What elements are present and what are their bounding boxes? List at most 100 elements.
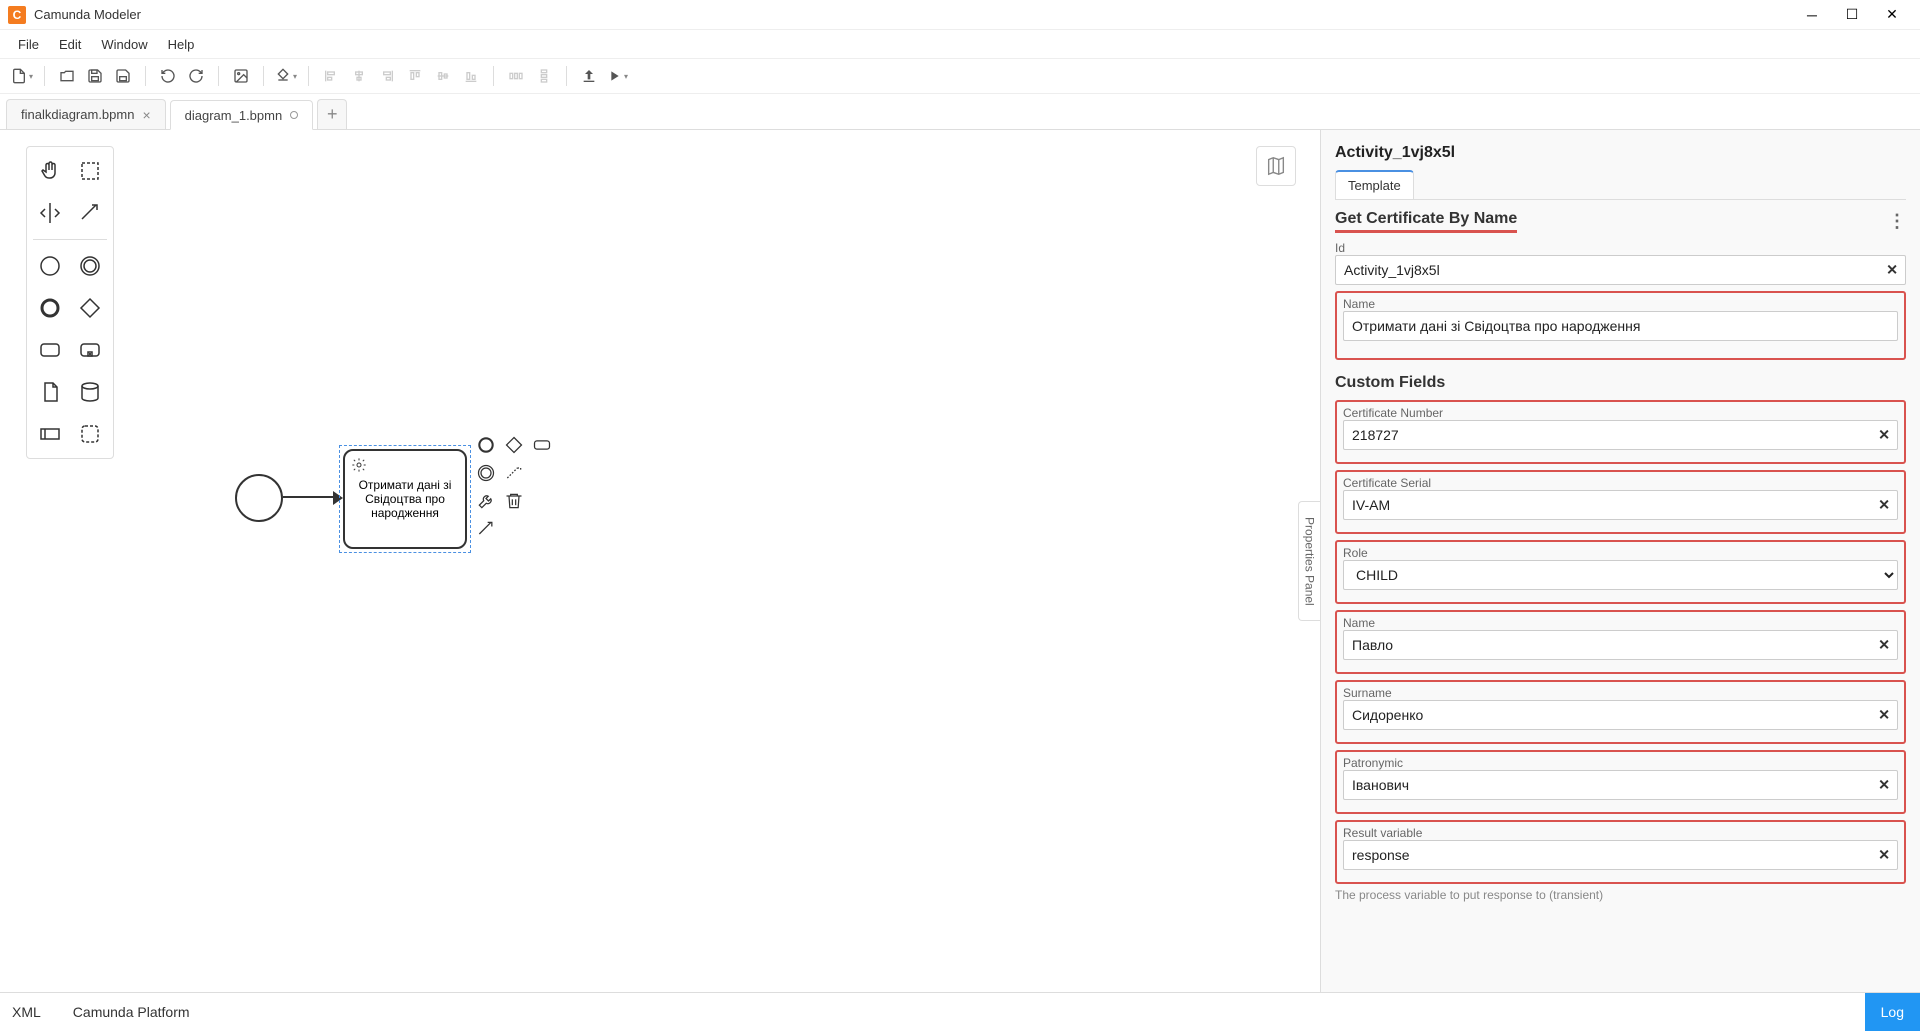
start-event-tool-icon[interactable] (33, 248, 67, 284)
task-label: Отримати дані зі Свідоцтва про народженн… (353, 478, 457, 520)
app-icon: C (8, 6, 26, 24)
template-tab[interactable]: Template (1335, 170, 1414, 199)
cert-number-input[interactable] (1343, 420, 1898, 450)
wrench-icon[interactable] (474, 489, 498, 513)
role-select[interactable]: CHILD (1343, 560, 1898, 590)
statusbar: XML Camunda Platform Log (0, 992, 1920, 1030)
close-icon[interactable]: × (142, 107, 150, 123)
id-input[interactable] (1335, 255, 1906, 285)
intermediate-event-tool-icon[interactable] (73, 248, 107, 284)
surname-input[interactable] (1343, 700, 1898, 730)
new-tab-button[interactable]: + (317, 99, 347, 129)
distribute-h-button (504, 64, 528, 88)
section-title-template: Get Certificate By Name ⋮ (1335, 210, 1906, 233)
undo-button[interactable] (156, 64, 180, 88)
xml-tab[interactable]: XML (12, 1004, 41, 1020)
cert-serial-input[interactable] (1343, 490, 1898, 520)
distribute-v-button (532, 64, 556, 88)
menubar: File Edit Window Help (0, 30, 1920, 58)
align-middle-button (431, 64, 455, 88)
result-variable-input[interactable] (1343, 840, 1898, 870)
clear-icon[interactable]: ✕ (1878, 637, 1890, 654)
image-button[interactable] (229, 64, 253, 88)
patronymic-label: Patronymic (1343, 756, 1898, 770)
annotation-icon[interactable] (502, 461, 526, 485)
menu-window[interactable]: Window (91, 33, 157, 56)
toolbar: ▾ ▾ ▾ (0, 58, 1920, 94)
properties-panel-toggle[interactable]: Properties Panel (1298, 501, 1320, 621)
gear-icon (351, 457, 367, 476)
dirty-indicator-icon (290, 111, 298, 119)
task-tool-icon[interactable] (33, 332, 67, 368)
gateway-tool-icon[interactable] (73, 290, 107, 326)
data-object-tool-icon[interactable] (33, 374, 67, 410)
bpmn-sequence-flow[interactable] (283, 496, 337, 498)
participant-tool-icon[interactable] (33, 416, 67, 452)
save-button[interactable] (83, 64, 107, 88)
clear-icon[interactable]: ✕ (1886, 262, 1898, 279)
tab-diagram1[interactable]: diagram_1.bpmn (170, 100, 314, 130)
end-event-tool-icon[interactable] (33, 290, 67, 326)
trash-icon[interactable] (502, 489, 526, 513)
menu-file[interactable]: File (8, 33, 49, 56)
menu-edit[interactable]: Edit (49, 33, 91, 56)
append-task-icon[interactable] (530, 433, 554, 457)
save-as-button[interactable] (111, 64, 135, 88)
clear-icon[interactable]: ✕ (1878, 777, 1890, 794)
result-variable-label: Result variable (1343, 826, 1898, 840)
result-helper-text: The process variable to put response to … (1335, 888, 1906, 902)
clear-icon[interactable]: ✕ (1878, 497, 1890, 514)
redo-button[interactable] (184, 64, 208, 88)
bpmn-start-event[interactable] (235, 474, 283, 522)
tab-finalkdiagram[interactable]: finalkdiagram.bpmn × (6, 99, 166, 129)
lasso-tool-icon[interactable] (73, 153, 107, 189)
patronymic-input[interactable] (1343, 770, 1898, 800)
clear-icon[interactable]: ✕ (1878, 847, 1890, 864)
id-label: Id (1335, 241, 1906, 255)
connect-icon[interactable] (474, 517, 498, 541)
data-store-tool-icon[interactable] (73, 374, 107, 410)
group-tool-icon[interactable] (73, 416, 107, 452)
cert-serial-label: Certificate Serial (1343, 476, 1898, 490)
append-gateway-icon[interactable] (502, 433, 526, 457)
properties-panel: Activity_1vj8x5l Template Get Certificat… (1320, 130, 1920, 992)
surname-label: Surname (1343, 686, 1898, 700)
menu-help[interactable]: Help (158, 33, 205, 56)
name-input[interactable] (1343, 311, 1898, 341)
custom-fields-heading: Custom Fields (1335, 374, 1906, 392)
append-intermediate-event-icon[interactable] (474, 461, 498, 485)
run-button[interactable]: ▾ (605, 64, 629, 88)
cert-number-label: Certificate Number (1343, 406, 1898, 420)
align-left-button (319, 64, 343, 88)
log-button[interactable]: Log (1865, 993, 1920, 1031)
clear-icon[interactable]: ✕ (1878, 427, 1890, 444)
file-tabs: finalkdiagram.bpmn × diagram_1.bpmn + (0, 94, 1920, 130)
color-button[interactable]: ▾ (274, 64, 298, 88)
align-center-button (347, 64, 371, 88)
append-end-event-icon[interactable] (474, 433, 498, 457)
minimap-toggle[interactable] (1256, 146, 1296, 186)
align-bottom-button (459, 64, 483, 88)
bpmn-service-task[interactable]: Отримати дані зі Свідоцтва про народженн… (343, 449, 467, 549)
platform-label[interactable]: Camunda Platform (73, 1004, 190, 1020)
role-label: Role (1343, 546, 1898, 560)
subprocess-tool-icon[interactable] (73, 332, 107, 368)
tab-label: diagram_1.bpmn (185, 108, 283, 123)
minimize-button[interactable]: ─ (1792, 0, 1832, 30)
close-window-button[interactable]: ✕ (1872, 0, 1912, 30)
hand-tool-icon[interactable] (33, 153, 67, 189)
space-tool-icon[interactable] (33, 195, 67, 231)
deploy-button[interactable] (577, 64, 601, 88)
new-file-button[interactable]: ▾ (10, 64, 34, 88)
person-name-input[interactable] (1343, 630, 1898, 660)
maximize-button[interactable]: ☐ (1832, 0, 1872, 30)
clear-icon[interactable]: ✕ (1878, 707, 1890, 724)
align-top-button (403, 64, 427, 88)
app-title: Camunda Modeler (34, 7, 141, 22)
global-connect-tool-icon[interactable] (73, 195, 107, 231)
kebab-menu-icon[interactable]: ⋮ (1888, 211, 1906, 232)
element-palette (26, 146, 114, 459)
diagram-canvas[interactable]: Отримати дані зі Свідоцтва про народженн… (0, 130, 1320, 992)
open-button[interactable] (55, 64, 79, 88)
person-name-label: Name (1343, 616, 1898, 630)
